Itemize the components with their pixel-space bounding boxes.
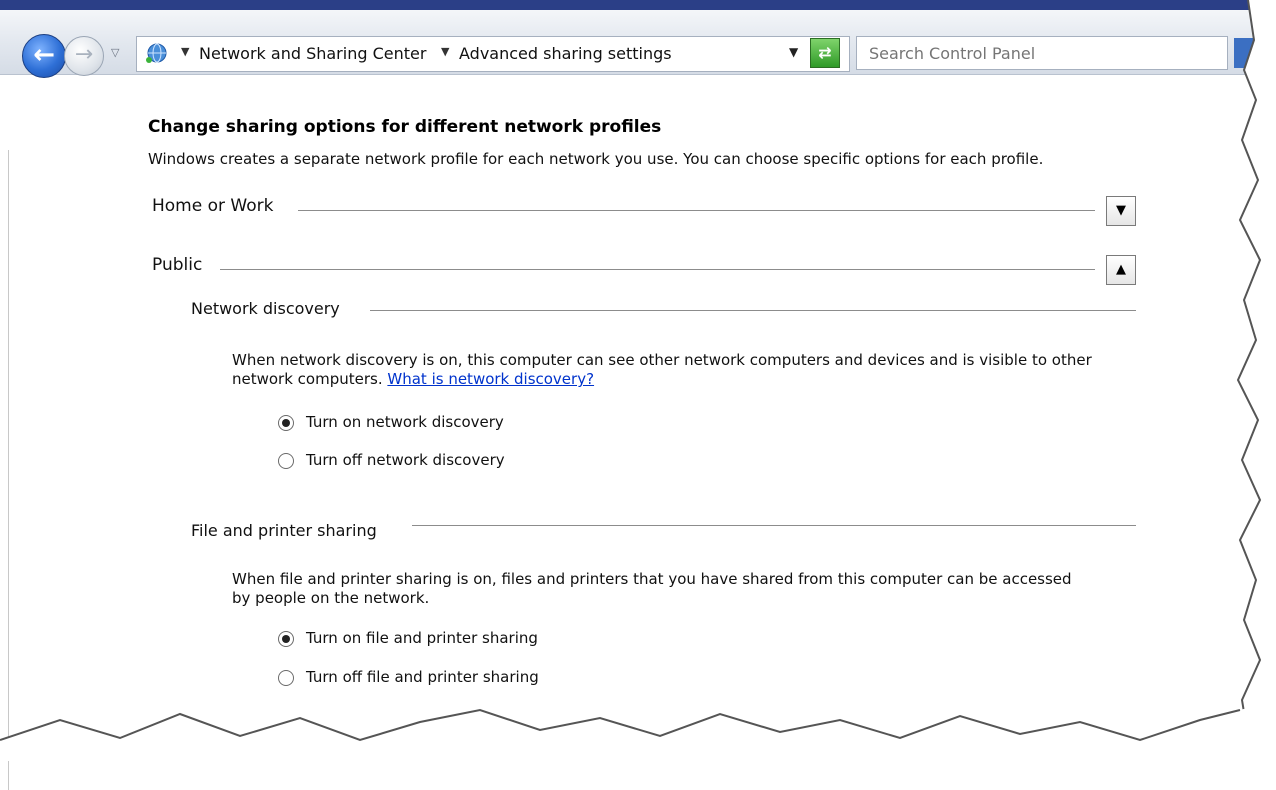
profile-public-label: Public: [152, 255, 203, 275]
expand-home-work-button[interactable]: ▼: [1106, 196, 1136, 226]
history-dropdown-icon[interactable]: ▽: [111, 46, 119, 59]
radio-selected-dot: [282, 419, 290, 427]
what-is-network-discovery-link[interactable]: What is network discovery?: [387, 370, 594, 388]
chevron-up-icon: ▲: [1116, 262, 1126, 277]
network-discovery-description-text: When network discovery is on, this compu…: [232, 351, 1092, 388]
radio-button[interactable]: [278, 415, 294, 431]
section-file-printer-sharing-title: File and printer sharing: [191, 521, 377, 540]
breadcrumb-separator-icon[interactable]: ▼: [181, 45, 189, 58]
back-button[interactable]: ←: [22, 34, 66, 78]
radio-label[interactable]: Turn off network discovery: [306, 451, 505, 469]
section-network-discovery-title: Network discovery: [191, 299, 340, 318]
radio-button[interactable]: [278, 453, 294, 469]
address-bar[interactable]: ▼ Network and Sharing Center ▼ Advanced …: [136, 36, 850, 72]
profile-home-work-label: Home or Work: [152, 196, 274, 216]
collapse-public-button[interactable]: ▲: [1106, 255, 1136, 285]
forward-arrow-icon: →: [74, 42, 94, 67]
torn-edge-bottom: [0, 700, 1276, 761]
left-border: [8, 150, 9, 790]
radio-selected-dot: [282, 635, 290, 643]
refresh-icon: ⇄: [818, 43, 832, 62]
radio-button[interactable]: [278, 631, 294, 647]
divider: [298, 210, 1095, 211]
chevron-down-icon: ▼: [1116, 203, 1126, 218]
radio-label[interactable]: Turn on network discovery: [306, 413, 504, 431]
content-area: Change sharing options for different net…: [0, 75, 1262, 790]
divider: [412, 525, 1136, 526]
address-dropdown-icon[interactable]: ▼: [789, 45, 798, 59]
back-arrow-icon: ←: [33, 40, 55, 70]
window-title-strip: [0, 0, 1256, 10]
refresh-button[interactable]: ⇄: [810, 38, 840, 68]
breadcrumb-network-sharing-center[interactable]: Network and Sharing Center: [199, 44, 426, 63]
network-discovery-description: When network discovery is on, this compu…: [232, 351, 1132, 389]
radio-label[interactable]: Turn on file and printer sharing: [306, 629, 538, 647]
torn-edge-right: [1236, 0, 1276, 761]
navigation-bar: ← → ▽ ▼ Network and Sharing Center ▼ Adv…: [0, 10, 1262, 78]
breadcrumb-advanced-sharing-settings[interactable]: Advanced sharing settings: [459, 44, 672, 63]
page-description: Windows creates a separate network profi…: [148, 150, 1044, 168]
radio-button[interactable]: [278, 670, 294, 686]
file-sharing-description: When file and printer sharing is on, fil…: [232, 570, 1072, 607]
network-icon: [146, 43, 167, 63]
forward-button[interactable]: →: [64, 36, 104, 76]
divider: [220, 269, 1095, 270]
page-title: Change sharing options for different net…: [148, 117, 662, 137]
radio-label[interactable]: Turn off file and printer sharing: [306, 668, 539, 686]
breadcrumb-separator-icon[interactable]: ▼: [441, 45, 449, 58]
divider: [370, 310, 1136, 311]
search-input[interactable]: [856, 36, 1228, 70]
